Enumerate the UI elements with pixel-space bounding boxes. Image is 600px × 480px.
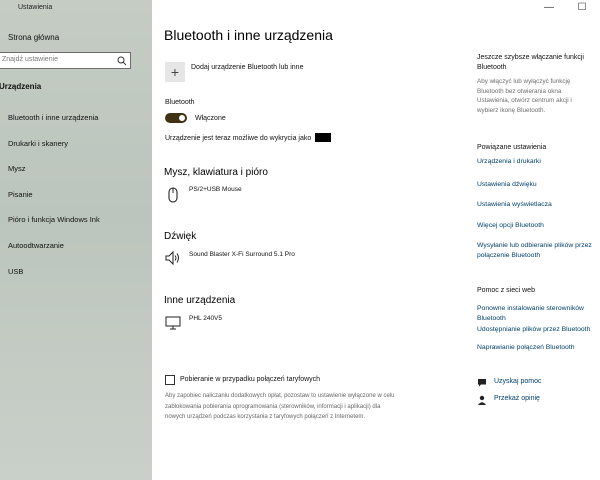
sidebar-item-bluetooth[interactable]: Bluetooth i inne urządzenia bbox=[8, 113, 148, 139]
redacted-device-name bbox=[315, 133, 332, 142]
sidebar-section-title: Urządzenia bbox=[0, 82, 42, 91]
sidebar-item-autoplay[interactable]: Autoodtwarzanie bbox=[8, 241, 148, 267]
link-devices-printers[interactable]: Urządzenia i drukarki bbox=[477, 157, 541, 167]
feedback-link[interactable]: Przekaż opinię bbox=[477, 394, 577, 406]
sidebar-item-home[interactable]: Strona główna bbox=[8, 33, 59, 42]
help-title: Pomoc z sieci web bbox=[477, 287, 535, 294]
sidebar-nav: Bluetooth i inne urządzenia Drukarki i s… bbox=[8, 113, 148, 292]
metered-label[interactable]: Pobieranie w przypadku połączeń taryfowy… bbox=[180, 376, 320, 383]
discoverable-text: Urządzenie jest teraz możliwe do wykryci… bbox=[165, 133, 332, 142]
search-icon[interactable] bbox=[117, 56, 127, 66]
device-monitor[interactable]: PHL 240V5 bbox=[189, 315, 222, 322]
group-title-audio: Dźwięk bbox=[164, 231, 197, 242]
page-title: Bluetooth i inne urządzenia bbox=[164, 27, 333, 43]
bluetooth-state: Włączone bbox=[195, 115, 226, 122]
link-sound-settings[interactable]: Ustawienia dźwięku bbox=[477, 180, 537, 190]
sidebar-item-typing[interactable]: Pisanie bbox=[8, 190, 148, 216]
search-placeholder: Znajdź ustawienie bbox=[2, 56, 59, 63]
metered-description: Aby zapobiec naliczaniu dodatkowych opła… bbox=[165, 393, 395, 420]
chat-help-icon bbox=[478, 379, 486, 387]
device-mouse[interactable]: PS/2+USB Mouse bbox=[189, 186, 242, 193]
feedback-person-icon bbox=[478, 395, 486, 405]
search-input[interactable]: Znajdź ustawienie bbox=[0, 52, 131, 69]
related-title: Powiązane ustawienia bbox=[477, 144, 547, 151]
sidebar-item-pen[interactable]: Pióro i funkcja Windows Ink bbox=[8, 215, 148, 241]
sidebar: Ustawienia Strona główna Znajdź ustawien… bbox=[0, 0, 152, 480]
metered-checkbox[interactable] bbox=[165, 375, 175, 385]
mouse-icon[interactable] bbox=[165, 187, 181, 203]
link-reinstall-drivers[interactable]: Ponowne instalowanie sterowników Bluetoo… bbox=[477, 304, 600, 324]
faster-description: Aby włączyć lub wyłączyć funkcję Bluetoo… bbox=[477, 78, 572, 114]
link-more-bluetooth[interactable]: Więcej opcji Bluetooth bbox=[477, 221, 544, 231]
app-title: Ustawienia bbox=[18, 4, 53, 11]
discoverable-label: Urządzenie jest teraz możliwe do wykryci… bbox=[165, 135, 312, 142]
speaker-icon[interactable] bbox=[165, 250, 181, 266]
link-share-files[interactable]: Udostępnianie plików przez Bluetooth bbox=[477, 325, 590, 335]
right-panel: Jeszcze szybsze włączanie funkcji Blueto… bbox=[477, 0, 600, 480]
sidebar-item-printers[interactable]: Drukarki i skanery bbox=[8, 139, 148, 165]
link-fix-connections[interactable]: Naprawianie połączeń Bluetooth bbox=[477, 343, 575, 353]
feedback-label: Przekaż opinię bbox=[494, 395, 540, 402]
toggle-knob bbox=[179, 115, 185, 121]
monitor-icon[interactable] bbox=[165, 315, 181, 331]
link-display-settings[interactable]: Ustawienia wyświetlacza bbox=[477, 200, 552, 210]
plus-icon: + bbox=[170, 64, 180, 80]
link-send-receive-files[interactable]: Wysyłanie lub odbieranie plików przez po… bbox=[477, 241, 600, 261]
sidebar-item-usb[interactable]: USB bbox=[8, 267, 148, 293]
add-device-label[interactable]: Dodaj urządzenie Bluetooth lub inne bbox=[191, 64, 303, 71]
faster-title: Jeszcze szybsze włączanie funkcji Blueto… bbox=[477, 54, 584, 71]
group-title-mouse: Mysz, klawiatura i pióro bbox=[164, 167, 268, 178]
bluetooth-label: Bluetooth bbox=[165, 99, 195, 106]
add-device-button[interactable]: + bbox=[165, 62, 185, 82]
sidebar-item-mouse[interactable]: Mysz bbox=[8, 164, 148, 190]
group-title-other: Inne urządzenia bbox=[164, 295, 236, 306]
get-help-label: Uzyskaj pomoc bbox=[494, 378, 542, 385]
device-audio[interactable]: Sound Blaster X-Fi Surround 5.1 Pro bbox=[189, 251, 295, 258]
get-help-link[interactable]: Uzyskaj pomoc bbox=[477, 377, 577, 389]
bluetooth-toggle[interactable] bbox=[165, 113, 187, 123]
